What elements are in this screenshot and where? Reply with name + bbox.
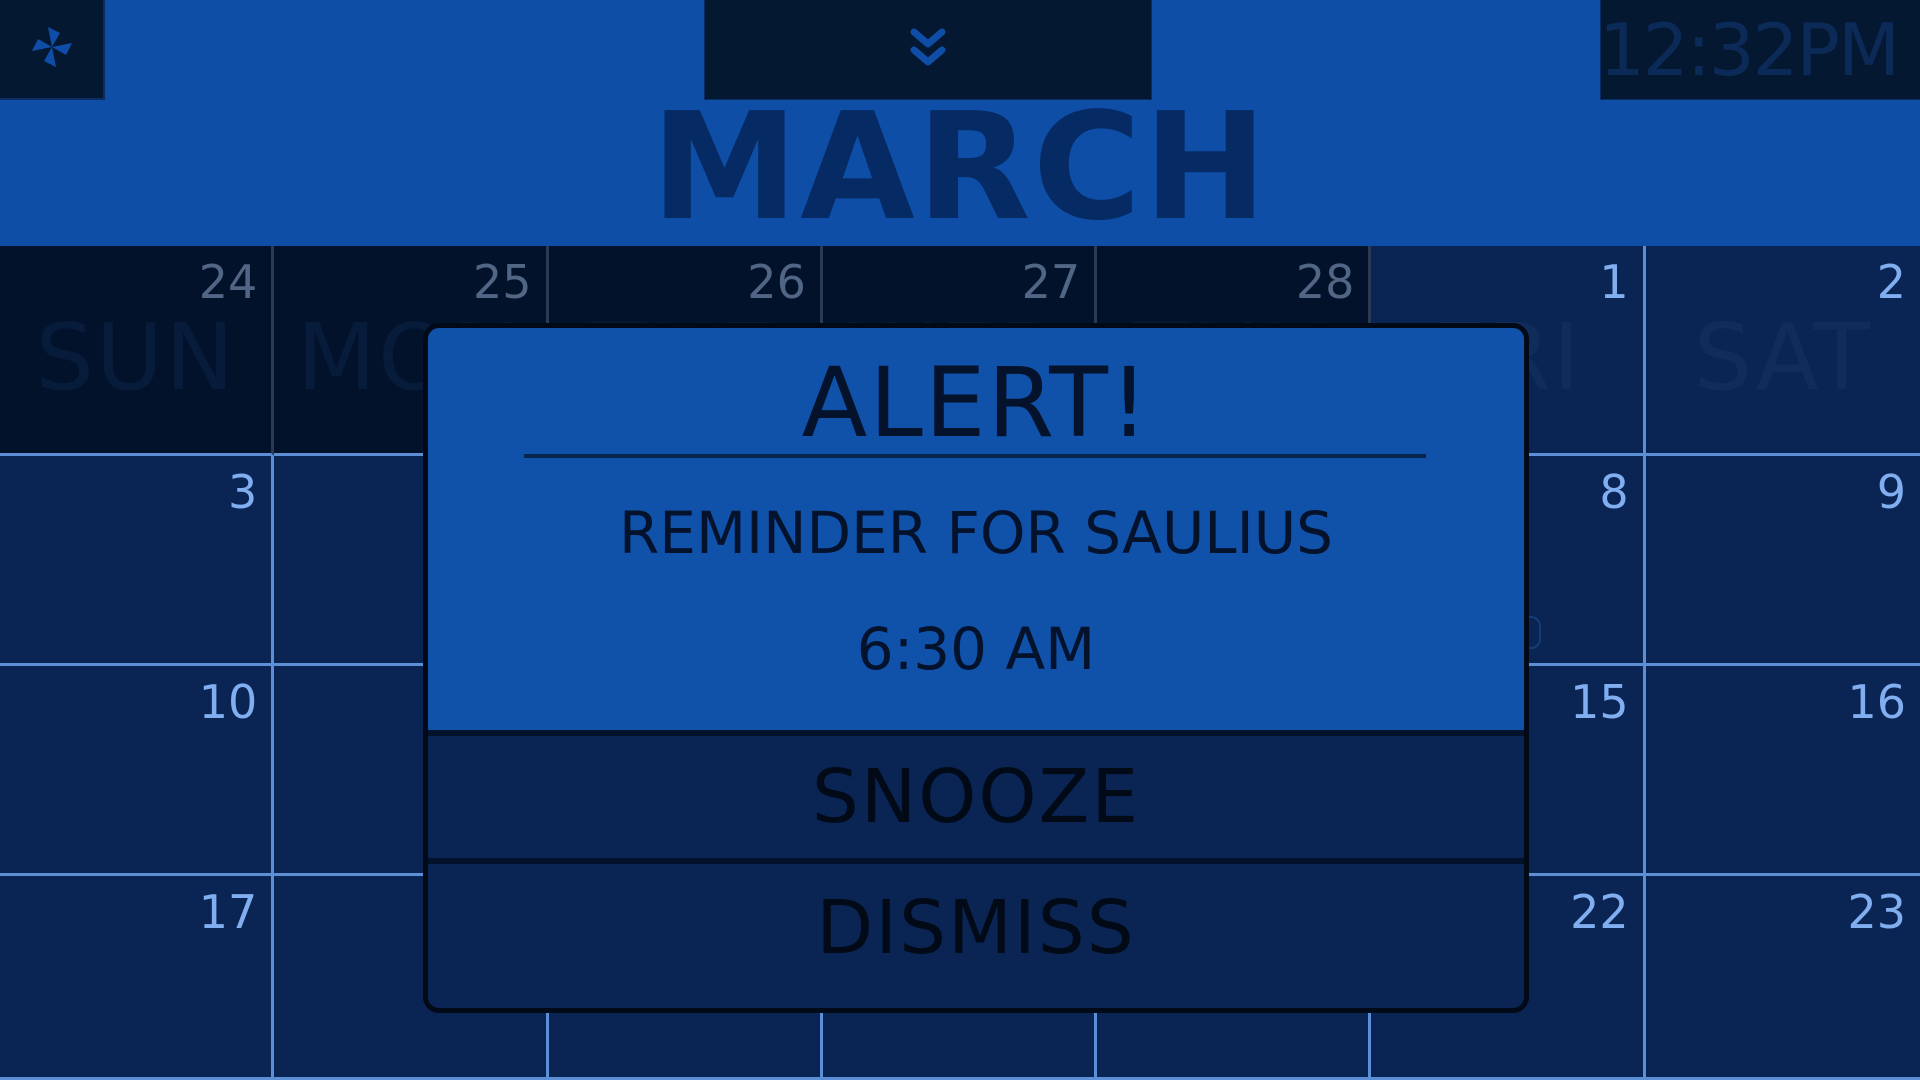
day-number: 9 xyxy=(1876,465,1906,519)
calendar-app: 12:32PM MARCH 24SUN25MON26TUE27WED28THU1… xyxy=(0,0,1920,1080)
dismiss-button[interactable]: DISMISS xyxy=(428,864,1524,992)
day-number: 28 xyxy=(1295,255,1355,309)
day-number: 22 xyxy=(1570,885,1629,939)
day-cell[interactable]: 23 xyxy=(1645,876,1920,1080)
day-number: 17 xyxy=(198,885,258,939)
month-title: MARCH xyxy=(650,81,1270,253)
day-number: 2 xyxy=(1876,255,1906,309)
day-number: 23 xyxy=(1847,885,1906,939)
header: 12:32PM MARCH xyxy=(0,0,1920,246)
alert-time: 6:30 AM xyxy=(856,615,1096,683)
snooze-button[interactable]: SNOOZE xyxy=(428,736,1524,864)
day-number: 1 xyxy=(1599,255,1629,309)
day-number: 8 xyxy=(1599,465,1629,519)
day-number: 25 xyxy=(473,255,532,309)
double-chevron-down-icon xyxy=(908,26,948,74)
pinwheel-icon xyxy=(29,24,75,74)
day-cell[interactable]: 24 SUN xyxy=(0,246,275,456)
alert-body: ALERT! REMINDER FOR SAULIUS 6:30 AM xyxy=(428,328,1524,736)
day-number: 16 xyxy=(1847,675,1906,729)
menu-button[interactable] xyxy=(0,0,105,100)
weekday-label: SUN xyxy=(35,304,236,411)
weekday-label: SAT xyxy=(1693,304,1872,411)
day-cell[interactable]: 2 SAT xyxy=(1645,246,1920,456)
day-number: 26 xyxy=(747,255,806,309)
day-cell[interactable]: 17 xyxy=(0,876,275,1080)
day-cell[interactable]: 16 xyxy=(1645,666,1920,876)
day-number: 27 xyxy=(1021,255,1081,309)
alert-divider xyxy=(524,454,1426,458)
clock: 12:32PM xyxy=(1599,0,1920,100)
alert-title: ALERT! xyxy=(801,347,1151,459)
alert-message: REMINDER FOR SAULIUS xyxy=(619,499,1333,567)
day-number: 15 xyxy=(1570,675,1629,729)
day-cell[interactable]: 3 xyxy=(0,456,275,666)
day-cell[interactable]: 10 xyxy=(0,666,275,876)
alert-dialog: ALERT! REMINDER FOR SAULIUS 6:30 AM SNOO… xyxy=(423,323,1529,1013)
day-number: 10 xyxy=(198,675,258,729)
day-number: 3 xyxy=(228,465,258,519)
day-number: 24 xyxy=(198,255,258,309)
day-cell[interactable]: 9 xyxy=(1645,456,1920,666)
